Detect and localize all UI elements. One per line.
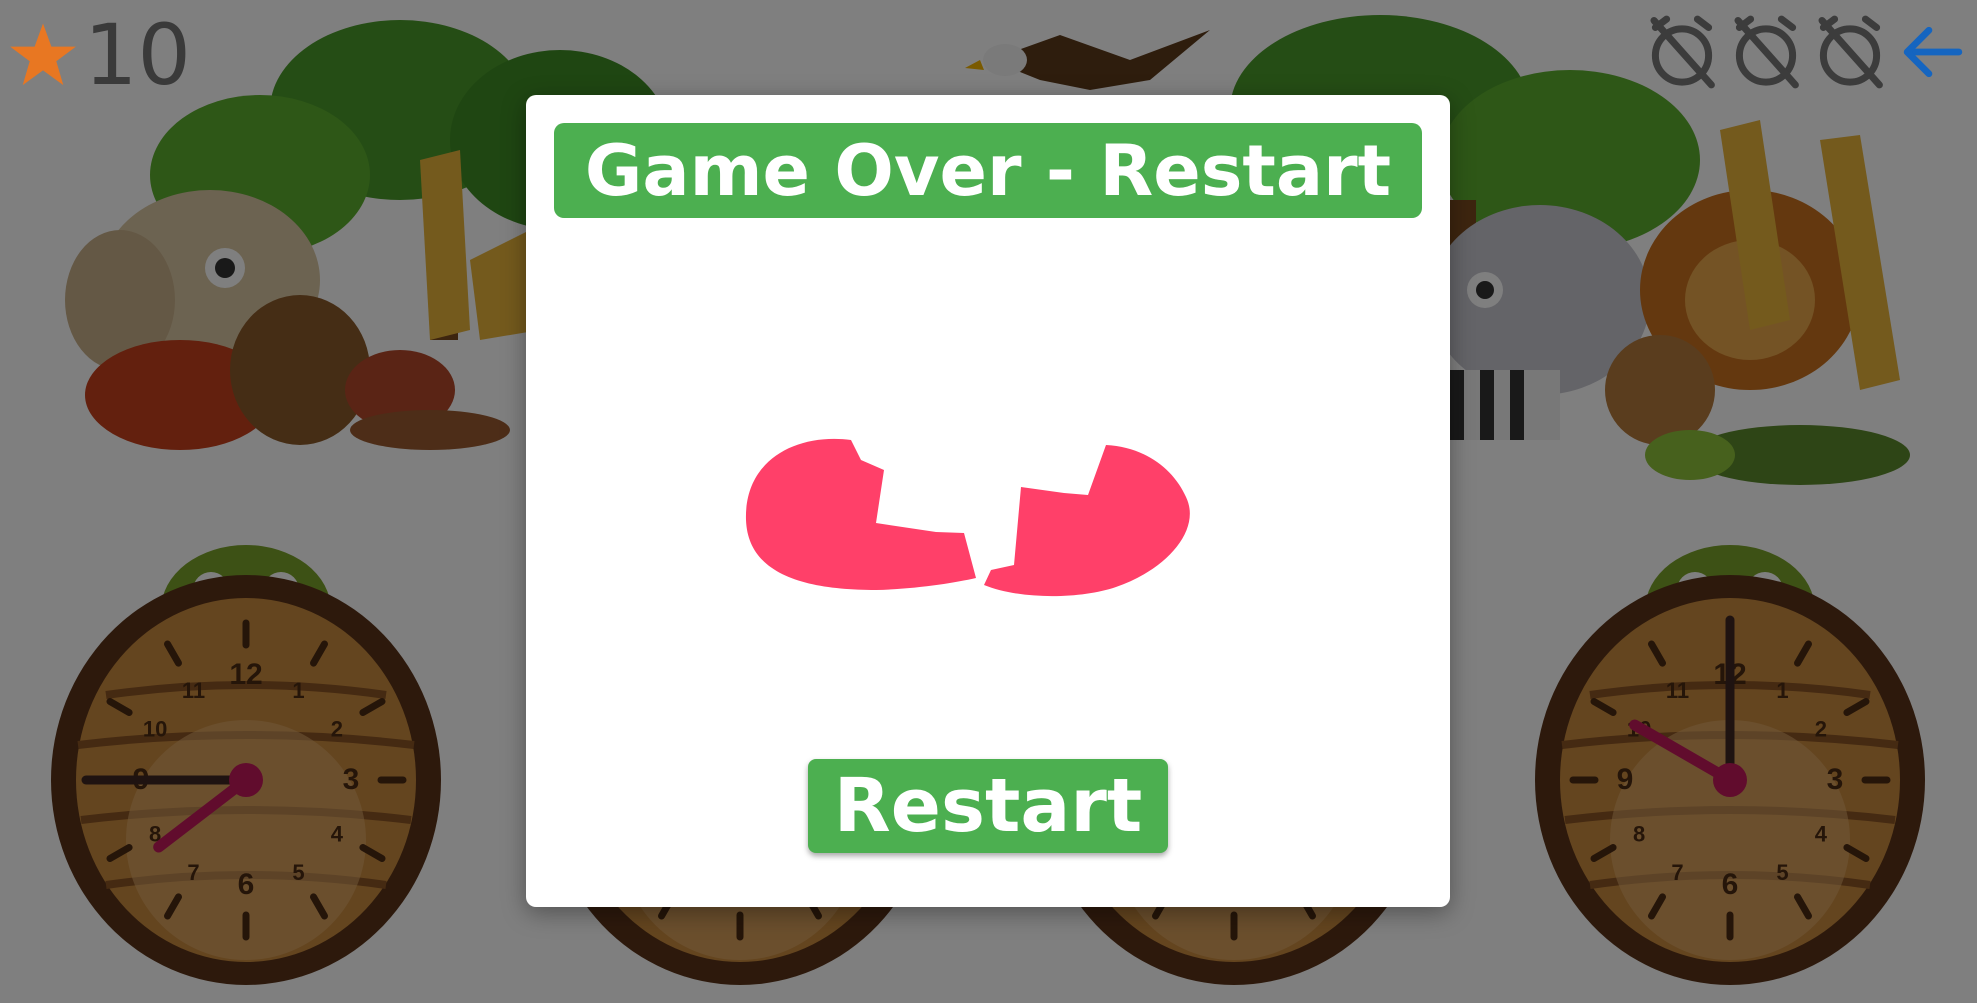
arrow-left-icon[interactable] — [1899, 18, 1967, 86]
alarm-off-icon — [1650, 15, 1715, 89]
game-over-dialog: Game Over - Restart Restart — [526, 95, 1450, 907]
dialog-title: Game Over - Restart — [554, 123, 1422, 218]
alarm-off-icon — [1818, 15, 1883, 89]
restart-button[interactable]: Restart — [808, 759, 1168, 853]
star-icon — [10, 23, 76, 86]
hud-right — [1647, 12, 1967, 92]
score-value: 10 — [84, 6, 191, 104]
score-display: 10 — [8, 10, 191, 100]
broken-heart-icon — [745, 438, 1190, 597]
alarm-off-icon — [1734, 15, 1799, 89]
